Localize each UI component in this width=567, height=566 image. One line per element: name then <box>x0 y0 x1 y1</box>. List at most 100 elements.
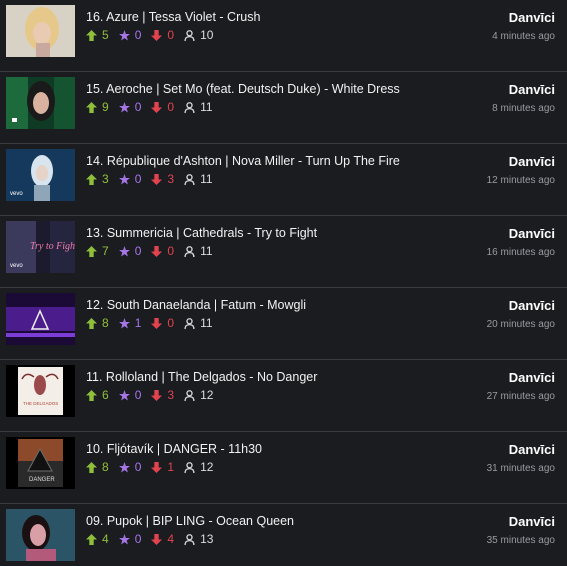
submitter-name[interactable]: Danvīci <box>509 226 555 241</box>
submitter-name[interactable]: Danvīci <box>509 10 555 25</box>
user-icon <box>184 461 195 473</box>
list-item[interactable]: vevo 14. République d'Ashton | Nova Mill… <box>0 144 567 216</box>
submitter-name[interactable]: Danvīci <box>509 514 555 529</box>
star-icon <box>118 533 130 545</box>
downvote-arrow-icon <box>151 101 163 113</box>
submitter-name[interactable]: Danvīci <box>509 442 555 457</box>
user-icon <box>184 173 195 185</box>
video-thumbnail[interactable] <box>6 509 75 561</box>
star-icon <box>118 101 130 113</box>
downvote-stat[interactable]: 4 <box>151 532 174 546</box>
upvote-stat[interactable]: 5 <box>86 28 109 42</box>
downvote-stat[interactable]: 3 <box>151 172 174 186</box>
entry-title[interactable]: 12. South Danaelanda | Fatum - Mowgli <box>86 298 306 312</box>
downvote-stat[interactable]: 3 <box>151 388 174 402</box>
star-icon <box>118 29 130 41</box>
submitter-name[interactable]: Danvīci <box>509 82 555 97</box>
user-icon <box>184 101 195 113</box>
downvote-arrow-icon <box>151 533 163 545</box>
submitter-name[interactable]: Danvīci <box>509 154 555 169</box>
star-stat[interactable]: 0 <box>118 244 142 258</box>
entry-stats: 8 1 0 11 <box>86 316 223 330</box>
list-item[interactable]: 16. Azure | Tessa Violet - Crush 5 0 0 1… <box>0 0 567 72</box>
entry-title[interactable]: 09. Pupok | BIP LING - Ocean Queen <box>86 514 294 528</box>
star-stat[interactable]: 1 <box>118 316 141 330</box>
star-stat[interactable]: 0 <box>118 172 141 186</box>
star-stat[interactable]: 0 <box>118 388 142 402</box>
entry-title[interactable]: 11. Rolloland | The Delgados - No Danger <box>86 370 317 384</box>
upvote-arrow-icon <box>86 173 97 185</box>
listener-stat: 12 <box>184 388 213 402</box>
upvote-arrow-icon <box>86 389 97 401</box>
vevo-watermark: vevo <box>10 191 23 197</box>
entry-title[interactable]: 13. Summericia | Cathedrals - Try to Fig… <box>86 226 317 240</box>
timestamp: 4 minutes ago <box>492 31 555 42</box>
video-thumbnail[interactable] <box>6 77 75 129</box>
star-stat[interactable]: 0 <box>118 28 141 42</box>
upvote-stat[interactable]: 4 <box>86 532 109 546</box>
upvote-stat[interactable]: 8 <box>86 316 109 330</box>
entry-title[interactable]: 15. Aeroche | Set Mo (feat. Deutsch Duke… <box>86 82 400 96</box>
downvote-stat[interactable]: 1 <box>151 460 174 474</box>
upvote-stat[interactable]: 8 <box>86 460 109 474</box>
list-item[interactable]: 15. Aeroche | Set Mo (feat. Deutsch Duke… <box>0 72 567 144</box>
video-thumbnail[interactable] <box>6 5 75 57</box>
upvote-count: 9 <box>102 100 109 114</box>
upvote-stat[interactable]: 6 <box>86 388 109 402</box>
video-thumbnail[interactable] <box>6 293 75 345</box>
thumbnail-image <box>6 509 75 561</box>
submitter-name[interactable]: Danvīci <box>509 298 555 313</box>
submitter-name[interactable]: Danvīci <box>509 370 555 385</box>
upvote-stat[interactable]: 3 <box>86 172 109 186</box>
entry-title[interactable]: 16. Azure | Tessa Violet - Crush <box>86 10 260 24</box>
upvote-stat[interactable]: 7 <box>86 244 109 258</box>
downvote-stat[interactable]: 0 <box>151 244 174 258</box>
list-item[interactable]: 12. South Danaelanda | Fatum - Mowgli 8 … <box>0 288 567 360</box>
listener-count: 13 <box>200 532 214 546</box>
video-thumbnail[interactable]: Try to Fight vevo <box>6 221 75 273</box>
listener-stat: 11 <box>184 316 213 330</box>
album-art-text: DANGER <box>29 477 55 483</box>
upvote-stat[interactable]: 9 <box>86 100 109 114</box>
downvote-count: 3 <box>167 172 175 186</box>
video-thumbnail[interactable]: THE DELGADOS <box>6 365 75 417</box>
downvote-count: 1 <box>167 460 175 474</box>
listener-count: 11 <box>200 100 213 114</box>
user-icon <box>184 29 195 41</box>
downvote-stat[interactable]: 0 <box>151 100 174 114</box>
star-stat[interactable]: 0 <box>118 100 141 114</box>
video-thumbnail[interactable]: DANGER <box>6 437 75 489</box>
star-stat[interactable]: 0 <box>118 532 141 546</box>
downvote-arrow-icon <box>151 173 163 185</box>
list-item[interactable]: 09. Pupok | BIP LING - Ocean Queen 4 0 4… <box>0 504 567 566</box>
upvote-arrow-icon <box>86 461 97 473</box>
downvote-stat[interactable]: 0 <box>151 316 174 330</box>
video-thumbnail[interactable]: vevo <box>6 149 75 201</box>
upvote-arrow-icon <box>86 533 97 545</box>
entry-title[interactable]: 14. République d'Ashton | Nova Miller - … <box>86 154 400 168</box>
upvote-count: 7 <box>102 244 109 258</box>
entry-title[interactable]: 10. Fljótavík | DANGER - 11h30 <box>86 442 262 456</box>
timestamp: 35 minutes ago <box>486 535 555 546</box>
listener-stat: 13 <box>184 532 213 546</box>
star-stat[interactable]: 0 <box>118 460 141 474</box>
star-count: 0 <box>134 388 142 402</box>
entry-stats: 6 0 3 12 <box>86 388 223 402</box>
list-item[interactable]: Try to Fight vevo 13. Summericia | Cathe… <box>0 216 567 288</box>
star-count: 0 <box>134 244 142 258</box>
list-item[interactable]: DANGER 10. Fljótavík | DANGER - 11h30 8 … <box>0 432 567 504</box>
submission-list: 16. Azure | Tessa Violet - Crush 5 0 0 1… <box>0 0 567 566</box>
downvote-arrow-icon <box>151 29 163 41</box>
user-icon <box>184 389 195 401</box>
downvote-arrow-icon <box>151 245 163 257</box>
downvote-arrow-icon <box>151 389 163 401</box>
listener-count: 12 <box>200 460 214 474</box>
listener-count: 10 <box>200 28 214 42</box>
list-item[interactable]: THE DELGADOS 11. Rolloland | The Delgado… <box>0 360 567 432</box>
album-art-text: THE DELGADOS <box>23 401 58 406</box>
thumbnail-title-text: Try to Fight <box>30 241 75 252</box>
star-icon <box>118 173 130 185</box>
listener-stat: 12 <box>184 460 213 474</box>
upvote-count: 6 <box>102 388 109 402</box>
downvote-stat[interactable]: 0 <box>151 28 174 42</box>
